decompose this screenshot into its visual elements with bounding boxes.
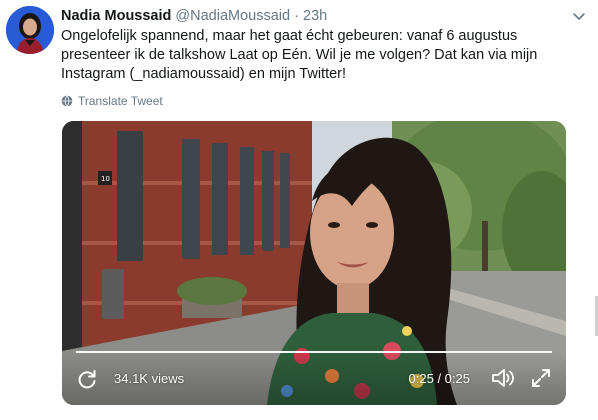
avatar[interactable] bbox=[6, 6, 54, 54]
tweet-header: Nadia Moussaid @NadiaMoussaid · 23h bbox=[61, 7, 568, 25]
view-count: 34.1K views bbox=[114, 371, 185, 386]
volume-icon[interactable] bbox=[490, 366, 516, 390]
avatar-image bbox=[6, 6, 54, 54]
video-time: 0:25 / 0:25 bbox=[408, 371, 470, 386]
separator-dot: · bbox=[294, 8, 299, 24]
chevron-down-icon[interactable] bbox=[572, 12, 586, 22]
video-player[interactable]: 10 34.1K views 0:25 / 0:25 bbox=[62, 121, 566, 405]
door-number: 10 bbox=[101, 175, 110, 183]
author-name[interactable]: Nadia Moussaid bbox=[61, 8, 171, 24]
fullscreen-icon[interactable] bbox=[530, 367, 552, 389]
globe-icon bbox=[61, 95, 73, 107]
tweet-text: Ongelofelijk spannend, maar het gaat éch… bbox=[61, 28, 538, 82]
author-handle[interactable]: @NadiaMoussaid bbox=[175, 8, 290, 24]
video-controls: 34.1K views 0:25 / 0:25 bbox=[62, 351, 566, 405]
tweet-timestamp[interactable]: 23h bbox=[303, 8, 327, 24]
translate-label: Translate Tweet bbox=[78, 94, 163, 108]
translate-tweet-link[interactable]: Translate Tweet bbox=[61, 94, 163, 108]
replay-icon[interactable] bbox=[76, 368, 98, 390]
